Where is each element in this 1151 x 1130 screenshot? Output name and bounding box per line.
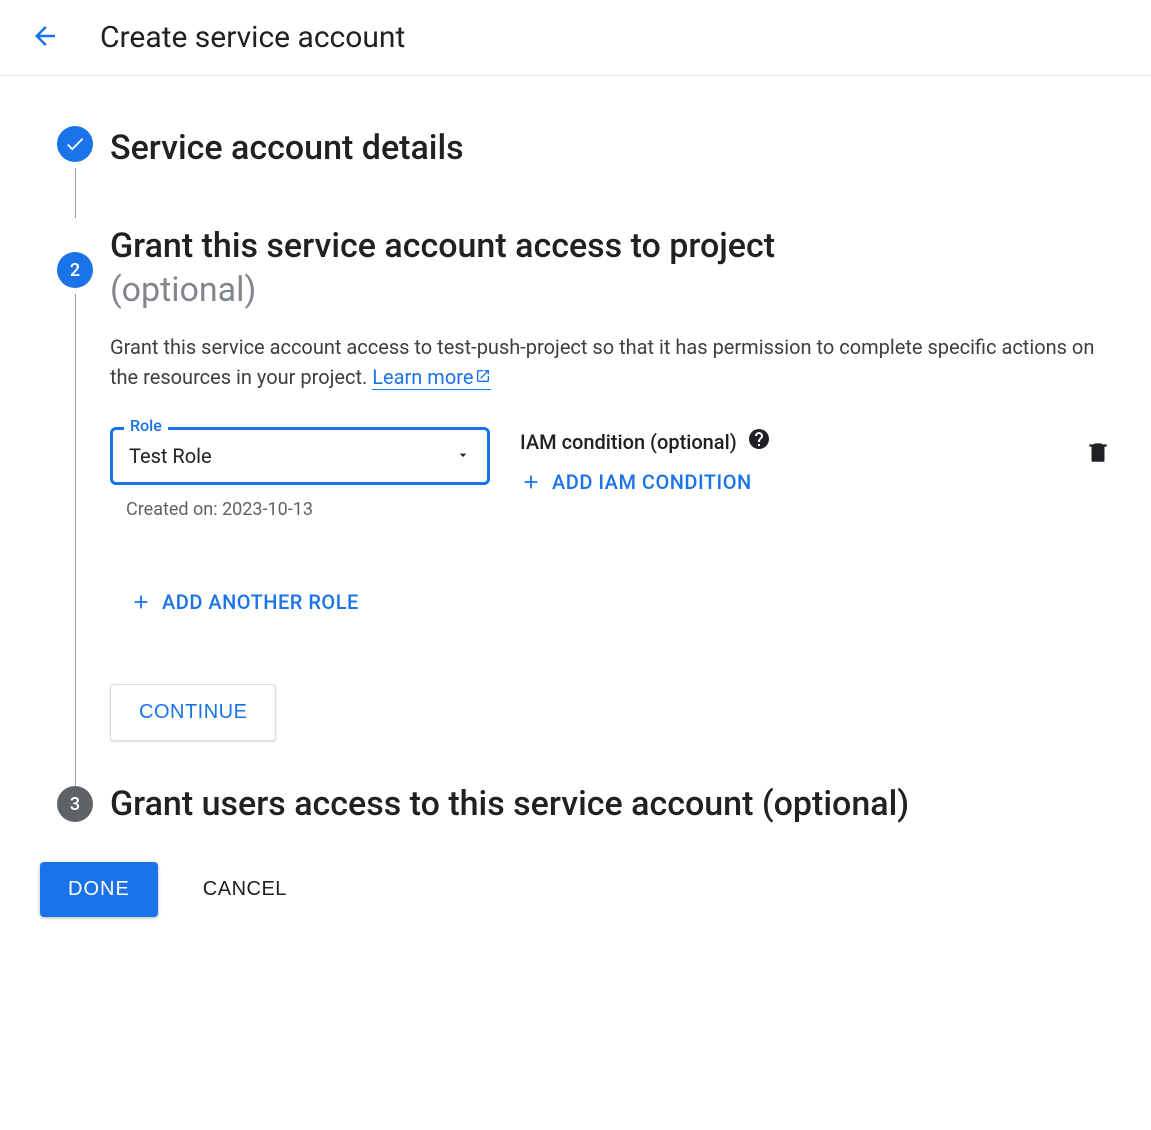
plus-icon <box>520 471 542 493</box>
external-link-icon <box>475 368 491 384</box>
page-title: Create service account <box>100 20 405 55</box>
stepper-line <box>75 294 76 786</box>
step-2-optional: (optional) <box>110 270 256 310</box>
back-arrow-icon[interactable] <box>30 21 60 55</box>
step-3-optional: (optional) <box>762 784 909 824</box>
role-select-value: Test Role <box>129 444 212 468</box>
dropdown-arrow-icon <box>455 444 471 468</box>
continue-button[interactable]: CONTINUE <box>110 684 276 741</box>
step-2-indicator: 2 <box>57 252 93 288</box>
done-button[interactable]: DONE <box>40 862 158 917</box>
add-another-role-button[interactable]: ADD ANOTHER ROLE <box>130 590 1111 614</box>
step-2-number: 2 <box>70 260 80 281</box>
step-3-number: 3 <box>70 794 80 815</box>
step-3-indicator: 3 <box>57 786 93 822</box>
step-2-title: Grant this service account access to pro… <box>110 224 1111 312</box>
role-helper-text: Created on: 2023-10-13 <box>126 499 490 520</box>
plus-icon <box>130 591 152 613</box>
page-header: Create service account <box>0 0 1151 76</box>
step-3-title: Grant users access to this service accou… <box>110 782 1111 826</box>
add-iam-condition-button[interactable]: ADD IAM CONDITION <box>520 470 1055 494</box>
role-select[interactable]: Test Role <box>110 427 490 485</box>
stepper-line <box>75 168 76 218</box>
step-2-description: Grant this service account access to tes… <box>110 332 1111 392</box>
delete-role-button[interactable] <box>1085 427 1111 469</box>
step-1-indicator-completed <box>57 126 93 162</box>
role-field-label: Role <box>124 416 168 435</box>
step-1-title: Service account details <box>110 126 1111 170</box>
help-icon[interactable] <box>747 427 771 456</box>
learn-more-link[interactable]: Learn more <box>372 365 491 390</box>
trash-icon <box>1085 439 1111 465</box>
iam-condition-label: IAM condition (optional) <box>520 427 1055 456</box>
role-field-wrapper: Role Test Role Created on: 2023-10-13 <box>110 427 490 520</box>
iam-condition-block: IAM condition (optional) ADD IAM CONDITI… <box>520 427 1055 494</box>
cancel-button[interactable]: CANCEL <box>203 878 287 901</box>
